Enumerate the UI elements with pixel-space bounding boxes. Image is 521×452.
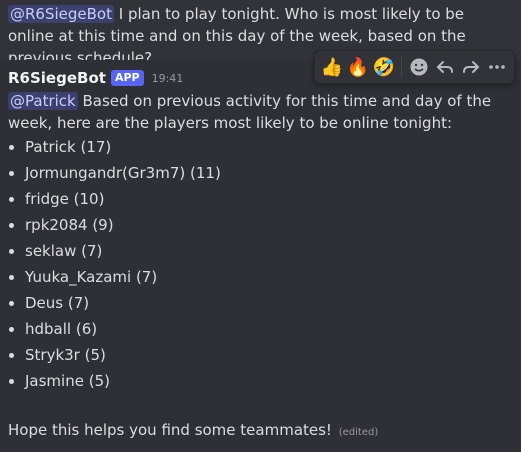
bullet bbox=[9, 275, 14, 280]
bullet bbox=[9, 145, 14, 150]
list-item: Stryk3r (5) bbox=[8, 344, 221, 370]
list-item: Deus (7) bbox=[8, 292, 221, 318]
reply-arrow-icon bbox=[437, 61, 453, 73]
list-item: seklaw (7) bbox=[8, 240, 221, 266]
player-entry: Patrick (17) bbox=[25, 138, 112, 156]
intro-text: Based on previous activity for this time… bbox=[8, 92, 492, 132]
mention-user[interactable]: @Patrick bbox=[8, 92, 78, 110]
bullet bbox=[9, 249, 14, 254]
message-intro: @Patrick Based on previous activity for … bbox=[8, 90, 513, 134]
list-item: Jormungandr(Gr3m7) (11) bbox=[8, 162, 221, 188]
list-item: hdball (6) bbox=[8, 318, 221, 344]
list-item: Patrick (17) bbox=[8, 136, 221, 162]
player-entry: Yuuka_Kazami (7) bbox=[25, 268, 158, 286]
rofl-reaction-icon[interactable]: 🤣 bbox=[371, 54, 397, 80]
player-entry: hdball (6) bbox=[25, 320, 98, 338]
ellipsis-icon bbox=[489, 65, 505, 69]
bullet bbox=[9, 301, 14, 306]
smiley-icon bbox=[410, 58, 428, 76]
forward-arrow-icon bbox=[463, 61, 479, 73]
bullet bbox=[9, 379, 14, 384]
player-entry: rpk2084 (9) bbox=[25, 216, 114, 234]
list-item: Yuuka_Kazami (7) bbox=[8, 266, 221, 292]
more-options-icon[interactable] bbox=[484, 54, 510, 80]
player-entry: Deus (7) bbox=[25, 294, 90, 312]
reply-icon[interactable] bbox=[432, 54, 458, 80]
fire-reaction-icon[interactable]: 🔥 bbox=[345, 54, 371, 80]
bot-username[interactable]: R6SiegeBot bbox=[8, 69, 106, 87]
player-entry: fridge (10) bbox=[25, 190, 105, 208]
bullet bbox=[9, 197, 14, 202]
mention-bot[interactable]: @R6SiegeBot bbox=[8, 5, 114, 23]
bullet bbox=[9, 171, 14, 176]
bullet bbox=[9, 223, 14, 228]
app-badge: APP bbox=[110, 70, 144, 86]
player-list: Patrick (17) Jormungandr(Gr3m7) (11) fri… bbox=[8, 136, 221, 396]
bot-message: R6SiegeBot APP 19:41 👍 🔥 🤣 @Patrick Base… bbox=[0, 50, 521, 452]
message-outro: Hope this helps you find some teammates!… bbox=[8, 419, 378, 444]
forward-icon[interactable] bbox=[458, 54, 484, 80]
list-item: rpk2084 (9) bbox=[8, 214, 221, 240]
outro-text: Hope this helps you find some teammates! bbox=[8, 421, 332, 439]
player-entry: Stryk3r (5) bbox=[25, 346, 106, 364]
edited-label: (edited) bbox=[338, 427, 379, 438]
bullet bbox=[9, 327, 14, 332]
player-entry: seklaw (7) bbox=[25, 242, 103, 260]
player-entry: Jasmine (5) bbox=[25, 372, 110, 390]
player-entry: Jormungandr(Gr3m7) (11) bbox=[25, 164, 221, 182]
toolbar-divider bbox=[401, 57, 402, 77]
message-header: R6SiegeBot APP 19:41 bbox=[8, 69, 183, 87]
list-item: Jasmine (5) bbox=[8, 370, 221, 396]
list-item: fridge (10) bbox=[8, 188, 221, 214]
thumbs-up-reaction-icon[interactable]: 👍 bbox=[319, 54, 345, 80]
add-reaction-icon[interactable] bbox=[406, 54, 432, 80]
message-actions-toolbar: 👍 🔥 🤣 bbox=[314, 50, 515, 84]
bullet bbox=[9, 353, 14, 358]
message-timestamp[interactable]: 19:41 bbox=[152, 72, 184, 85]
